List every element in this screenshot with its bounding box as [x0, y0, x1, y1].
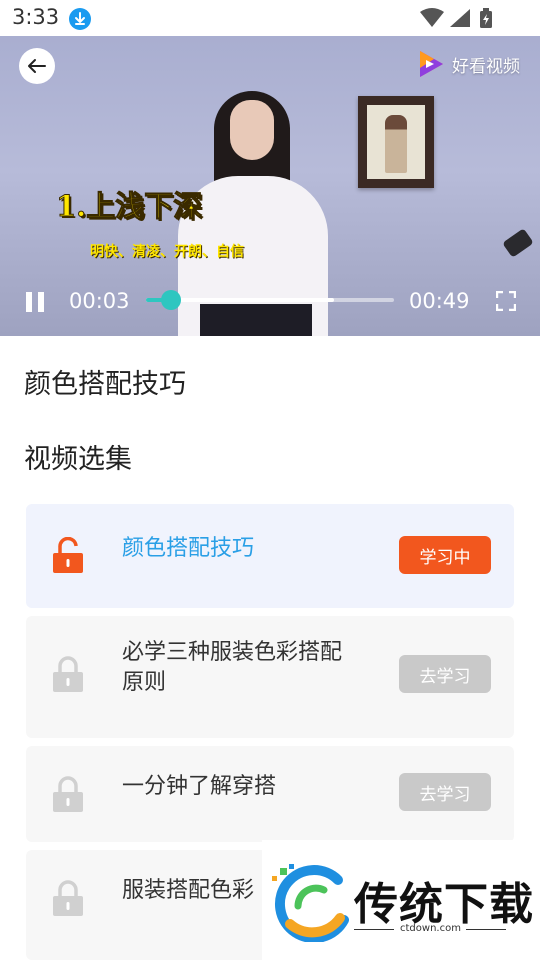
presenter-legs: [200, 304, 312, 336]
section-title: 视频选集: [24, 444, 132, 475]
watermark-url: ctdown.com: [400, 923, 461, 934]
episode-item-2[interactable]: 必学三种服装色彩搭配原则 去学习: [26, 616, 514, 738]
pause-button[interactable]: [26, 292, 44, 312]
fullscreen-icon: [495, 290, 517, 312]
lock-icon: [52, 656, 84, 692]
lamp: [502, 228, 534, 258]
status-bar: 3:33: [0, 0, 540, 36]
page-title: 颜色搭配技巧: [24, 369, 186, 400]
lock-icon: [52, 880, 84, 916]
go-study-button[interactable]: 去学习: [399, 655, 491, 693]
back-button[interactable]: [19, 48, 55, 84]
haokan-logo-icon: [420, 51, 443, 77]
episode-title: 必学三种服装色彩搭配原则: [122, 640, 343, 695]
episode-title: 一分钟了解穿搭: [122, 774, 277, 799]
download-icon: [69, 8, 91, 30]
go-study-button[interactable]: 去学习: [399, 773, 491, 811]
current-time: 00:03: [69, 289, 130, 313]
unlock-icon: [52, 536, 84, 573]
studying-button[interactable]: 学习中: [399, 536, 491, 574]
episode-item-3[interactable]: 一分钟了解穿搭 去学习: [26, 746, 514, 842]
total-time: 00:49: [409, 289, 470, 313]
wall-painting: [358, 96, 434, 188]
lock-icon: [52, 776, 84, 812]
brand-logo: 好看视频: [414, 48, 520, 80]
status-icons: [420, 7, 500, 29]
battery-charging-icon: [480, 8, 492, 28]
brand-name: 好看视频: [452, 56, 520, 77]
wifi-icon: [420, 8, 444, 27]
video-overlay-title: 1.上浅下深: [55, 189, 203, 224]
status-time: 3:33: [12, 5, 60, 29]
progress-thumb[interactable]: [160, 290, 181, 310]
progress-bar[interactable]: [146, 290, 394, 310]
episode-item-1[interactable]: 颜色搭配技巧 学习中: [26, 504, 514, 608]
presenter-face: [230, 100, 274, 160]
video-player[interactable]: 1.上浅下深 明快、清凌、开朗、自信 好看视频 00:03 00:49: [0, 36, 540, 336]
signal-icon: [450, 9, 470, 27]
watermark-logo-icon: [272, 864, 349, 942]
watermark: 传统下载 ctdown.com: [262, 840, 540, 960]
video-overlay-subtitle: 明快、清凌、开朗、自信: [90, 244, 244, 260]
fullscreen-button[interactable]: [495, 290, 517, 312]
episode-title: 颜色搭配技巧: [122, 536, 255, 561]
back-arrow-icon: [28, 59, 46, 73]
